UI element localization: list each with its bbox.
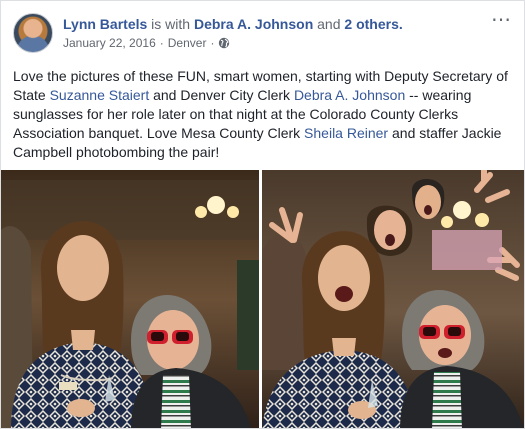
photo-grid xyxy=(1,170,524,428)
photo-1[interactable] xyxy=(1,170,259,428)
tagged-person-link[interactable]: Debra A. Johnson xyxy=(194,16,313,32)
meta-separator-2: · xyxy=(210,36,215,50)
author-avatar[interactable] xyxy=(13,13,53,53)
mention-link[interactable]: Suzanne Staiert xyxy=(50,87,150,103)
post-card: Lynn Bartels is with Debra A. Johnson an… xyxy=(0,0,525,429)
author-name-link[interactable]: Lynn Bartels xyxy=(63,16,147,32)
post-meta: January 22, 2016 · Denver · xyxy=(63,36,230,50)
globe-icon[interactable] xyxy=(218,37,230,49)
post-text-segment: and Denver City Clerk xyxy=(149,87,294,103)
and-text: and xyxy=(317,16,341,32)
photo-2[interactable] xyxy=(262,170,524,428)
with-text: is with xyxy=(151,16,191,32)
post-header: Lynn Bartels is with Debra A. Johnson an… xyxy=(13,10,512,57)
post-title-line: Lynn Bartels is with Debra A. Johnson an… xyxy=(63,16,403,32)
others-link[interactable]: 2 others. xyxy=(344,16,402,32)
post-location-link[interactable]: Denver xyxy=(168,36,207,50)
mention-link[interactable]: Sheila Reiner xyxy=(304,125,388,141)
post-text: Love the pictures of these FUN, smart wo… xyxy=(13,67,513,162)
mention-link[interactable]: Debra A. Johnson xyxy=(294,87,405,103)
meta-separator: · xyxy=(159,36,164,50)
post-date-link[interactable]: January 22, 2016 xyxy=(63,36,156,50)
more-options-icon[interactable]: ⋯ xyxy=(491,10,512,30)
